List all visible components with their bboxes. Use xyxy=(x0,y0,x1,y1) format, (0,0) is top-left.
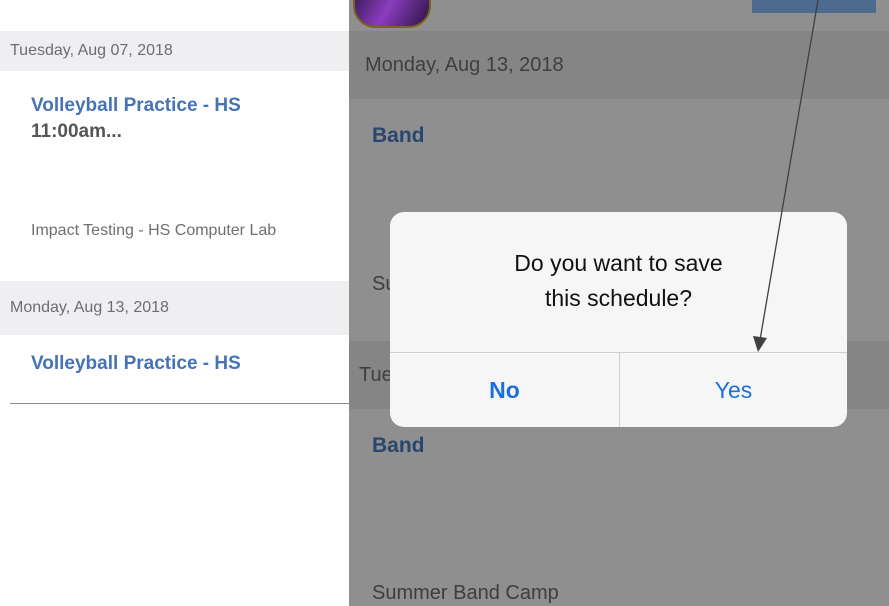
event-title-volleyball-practice[interactable]: Volleyball Practice - HS xyxy=(31,95,241,117)
event-title-band: Band xyxy=(372,124,425,147)
event-time: 11:00am... xyxy=(31,121,122,142)
list-divider xyxy=(10,403,349,404)
date-header-aug-13: Monday, Aug 13, 2018 xyxy=(0,281,349,335)
no-button[interactable]: No xyxy=(390,353,619,427)
left-schedule-panel: Tuesday, Aug 07, 2018 Volleyball Practic… xyxy=(0,0,349,606)
date-header-aug-07: Tuesday, Aug 07, 2018 xyxy=(0,31,349,71)
event-subtitle-summer-band-camp: Summer Band Camp xyxy=(372,582,559,604)
alert-message-line-1: Do you want to save xyxy=(514,250,723,276)
date-header-aug-13-right: Monday, Aug 13, 2018 xyxy=(349,31,889,99)
event-title-volleyball-practice-2[interactable]: Volleyball Practice - HS xyxy=(31,353,241,375)
yes-button[interactable]: Yes xyxy=(620,353,847,427)
top-right-button xyxy=(752,0,876,13)
event-title-band-2: Band xyxy=(372,434,425,457)
alert-message: Do you want to save this schedule? xyxy=(390,246,847,316)
event-subtitle-impact-testing[interactable]: Impact Testing - HS Computer Lab xyxy=(31,221,276,241)
alert-message-line-2: this schedule? xyxy=(544,285,693,311)
save-schedule-alert: Do you want to save this schedule? No Ye… xyxy=(390,212,847,427)
school-logo-image xyxy=(353,0,431,28)
